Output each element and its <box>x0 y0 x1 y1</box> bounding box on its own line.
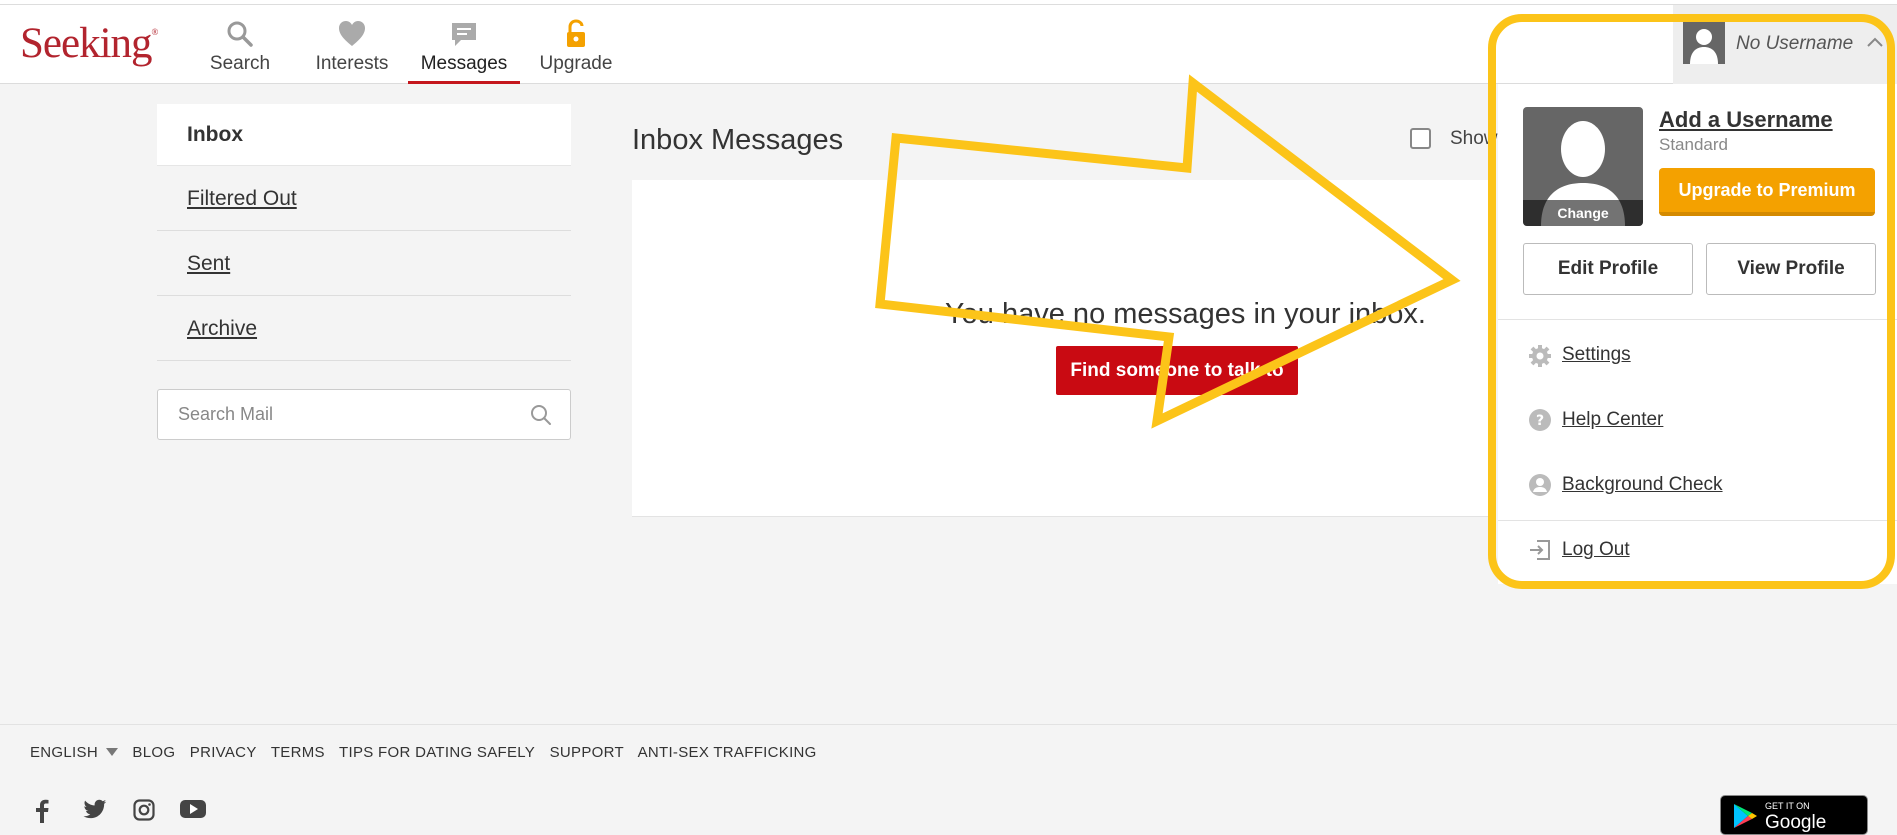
log-out-icon <box>1530 540 1550 560</box>
dropdown-divider <box>1498 319 1897 320</box>
upgrade-to-premium-button[interactable]: Upgrade to Premium <box>1659 168 1875 216</box>
search-mail-box <box>157 389 571 440</box>
footer-divider <box>0 724 1897 725</box>
help-icon: ? <box>1529 409 1551 431</box>
nav-upgrade-label: Upgrade <box>539 53 613 74</box>
show-checkbox[interactable] <box>1410 128 1431 149</box>
user-circle-icon <box>1529 474 1551 496</box>
edit-profile-button[interactable]: Edit Profile <box>1523 243 1693 295</box>
nav-interests[interactable]: Interests <box>312 15 392 84</box>
nav-messages[interactable]: Messages <box>408 15 520 84</box>
lock-icon <box>567 19 585 47</box>
username-label: No Username <box>1736 33 1854 54</box>
sidebar-item-filtered-out[interactable]: Filtered Out <box>157 166 571 231</box>
chevron-up-icon[interactable] <box>1866 36 1884 48</box>
nav-messages-label: Messages <box>420 53 508 74</box>
user-silhouette-icon <box>1690 29 1718 64</box>
show-checkbox-label: Show <box>1450 128 1498 149</box>
nav-search[interactable]: Search <box>205 15 275 84</box>
find-someone-button[interactable]: Find someone to talk to <box>1056 346 1298 395</box>
facebook-icon[interactable] <box>35 799 49 823</box>
footer-link-blog[interactable]: BLOG <box>132 744 175 761</box>
top-navigation-bar: Seeking® Search Interests Messages Upgra… <box>0 5 1897 84</box>
svg-text:?: ? <box>1536 413 1544 429</box>
footer-link-dating-safety[interactable]: TIPS FOR DATING SAFELY <box>339 744 535 761</box>
youtube-icon[interactable] <box>180 799 206 819</box>
google-play-badge[interactable]: GET IT ON Google Play <box>1720 795 1868 835</box>
nav-interests-label: Interests <box>315 53 389 74</box>
instagram-icon[interactable] <box>133 799 155 821</box>
footer-link-privacy[interactable]: PRIVACY <box>190 744 257 761</box>
footer-link-terms[interactable]: TERMS <box>271 744 325 761</box>
help-center-link[interactable]: Help Center <box>1562 409 1663 431</box>
footer-link-anti-sex-trafficking[interactable]: ANTI-SEX TRAFFICKING <box>638 744 817 761</box>
sidebar-item-archive[interactable]: Archive <box>157 296 571 361</box>
footer-links: ENGLISH BLOG PRIVACY TERMS TIPS FOR DATI… <box>30 744 827 761</box>
seeking-logo[interactable]: Seeking® <box>20 19 159 68</box>
avatar[interactable] <box>1683 22 1725 64</box>
logo-text: Seeking <box>20 20 153 67</box>
gear-icon <box>1529 345 1551 367</box>
heart-icon <box>339 21 365 46</box>
language-label: ENGLISH <box>30 744 98 761</box>
search-icon <box>227 21 253 47</box>
log-out-link[interactable]: Log Out <box>1562 539 1630 561</box>
google-play-text: Google Play <box>1765 812 1827 835</box>
twitter-icon[interactable] <box>83 799 107 821</box>
membership-tier: Standard <box>1659 135 1728 154</box>
search-icon[interactable] <box>530 404 552 426</box>
background-check-link[interactable]: Background Check <box>1562 474 1723 496</box>
change-photo-label[interactable]: Change <box>1523 200 1643 226</box>
mailbox-sidebar: Inbox Filtered Out Sent Archive <box>157 104 571 361</box>
footer-link-support[interactable]: SUPPORT <box>550 744 624 761</box>
profile-photo[interactable]: Change <box>1523 107 1643 226</box>
sidebar-item-sent[interactable]: Sent <box>157 231 571 296</box>
chat-icon <box>452 23 476 46</box>
google-play-small-text: GET IT ON <box>1765 801 1810 811</box>
google-play-icon <box>1734 804 1757 828</box>
caret-down-icon <box>105 748 118 757</box>
nav-search-label: Search <box>209 53 271 74</box>
nav-upgrade[interactable]: Upgrade <box>536 15 616 84</box>
settings-link[interactable]: Settings <box>1562 344 1631 366</box>
sidebar-item-inbox[interactable]: Inbox <box>157 104 571 166</box>
add-username-link[interactable]: Add a Username <box>1659 107 1833 133</box>
page-title: Inbox Messages <box>632 124 844 156</box>
dropdown-divider <box>1498 520 1897 521</box>
empty-inbox-message: You have no messages in your inbox. <box>945 298 1426 330</box>
search-mail-input[interactable] <box>158 390 518 439</box>
view-profile-button[interactable]: View Profile <box>1706 243 1876 295</box>
logo-registered-mark: ® <box>151 27 159 37</box>
language-selector[interactable]: ENGLISH <box>30 744 128 761</box>
